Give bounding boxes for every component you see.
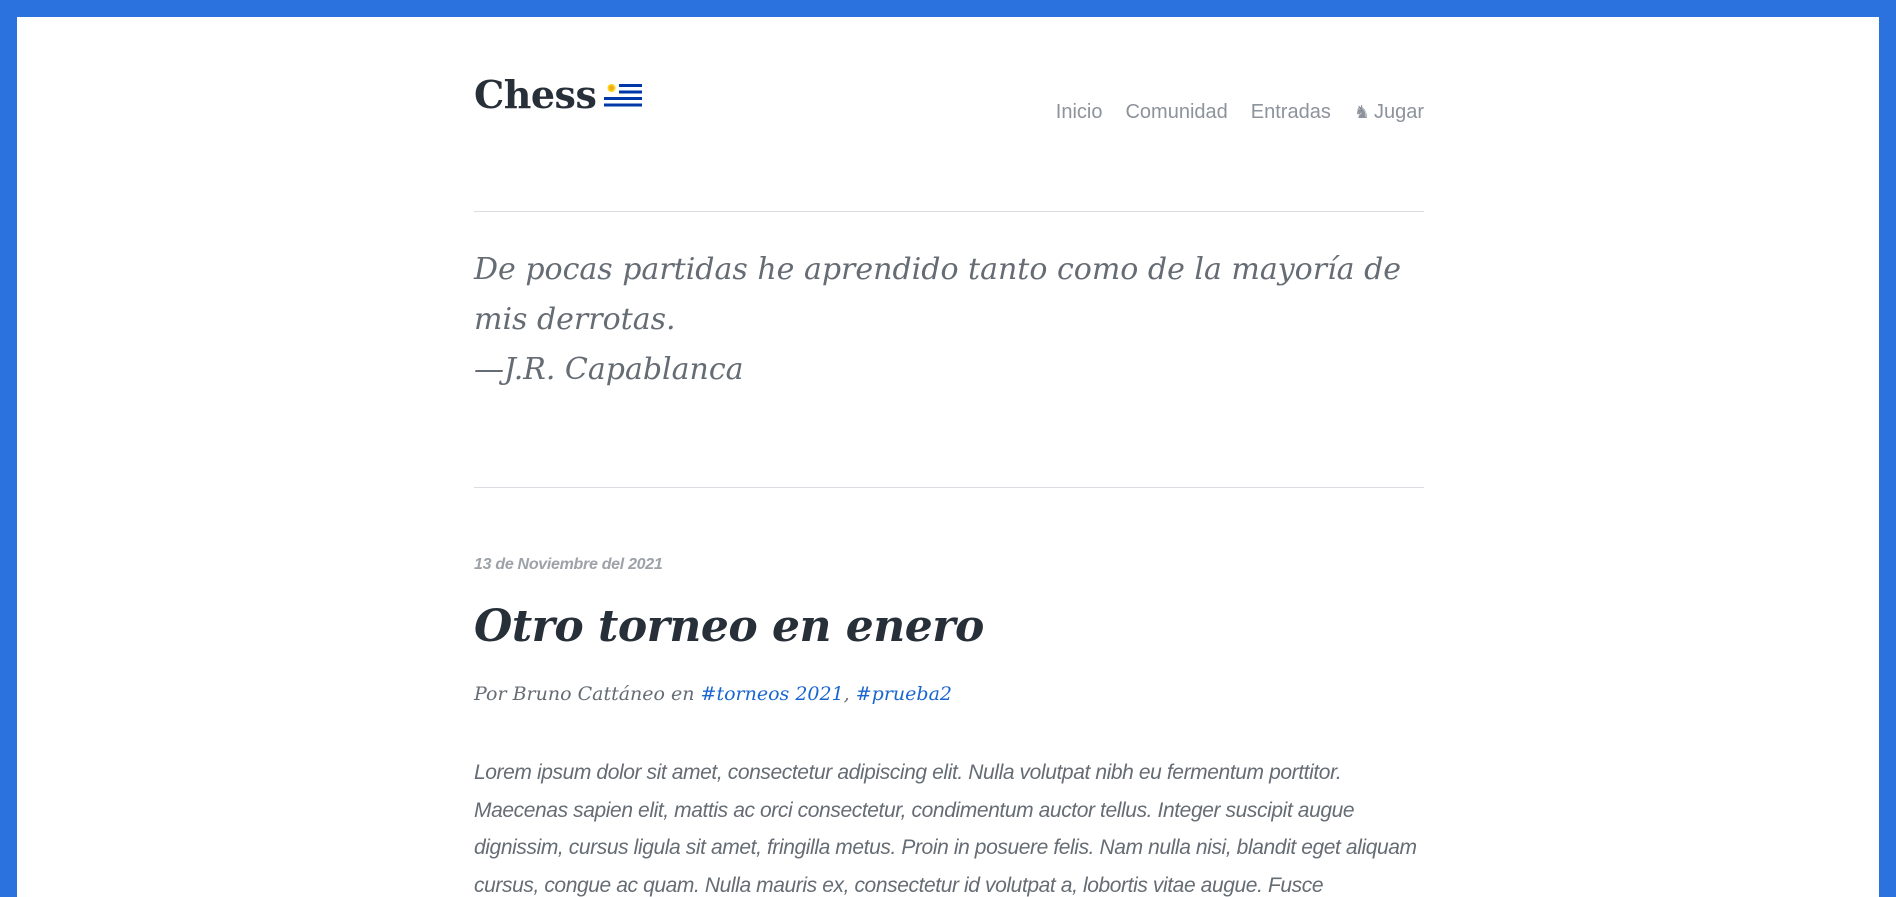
main-nav: Inicio Comunidad Entradas ♞ Jugar (1056, 101, 1424, 124)
featured-quote: De pocas partidas he aprendido tanto com… (474, 212, 1424, 488)
post-title[interactable]: Otro torneo en enero (474, 601, 984, 652)
tag-link-torneos-2021[interactable]: #torneos 2021 (701, 683, 844, 705)
nav-item-jugar-label: Jugar (1373, 101, 1424, 123)
quote-text-wrapper: De pocas partidas he aprendido tanto com… (474, 245, 1424, 395)
quote-text: De pocas partidas he aprendido tanto com… (474, 252, 1402, 337)
nav-item-jugar[interactable]: ♞ Jugar (1354, 101, 1424, 124)
quote-author: —J.R. Capablanca (474, 352, 744, 387)
tag-link-prueba2[interactable]: #prueba2 (856, 683, 952, 705)
content-container: Chess Inicio Comunidad Entradas ♞ Jugar … (474, 17, 1424, 897)
uruguay-flag-icon (604, 80, 643, 109)
post-date: 13 de Noviembre del 2021 (474, 556, 663, 573)
post-excerpt: Lorem ipsum dolor sit amet, consectetur … (474, 761, 1417, 897)
nav-item-comunidad[interactable]: Comunidad (1125, 101, 1227, 124)
brand-link[interactable]: Chess (474, 72, 643, 117)
brand-title: Chess (474, 72, 597, 117)
post-author: Por Bruno Cattáneo en (474, 683, 695, 705)
nav-item-inicio[interactable]: Inicio (1056, 101, 1103, 124)
site-header: Chess Inicio Comunidad Entradas ♞ Jugar (474, 17, 1424, 212)
page-frame: Chess Inicio Comunidad Entradas ♞ Jugar … (17, 17, 1879, 897)
chess-knight-icon: ♞ (1353, 102, 1370, 122)
tag-separator: , (843, 683, 850, 705)
post-byline: Por Bruno Cattáneo en #torneos 2021, #pr… (474, 683, 952, 705)
nav-item-entradas[interactable]: Entradas (1251, 101, 1331, 124)
